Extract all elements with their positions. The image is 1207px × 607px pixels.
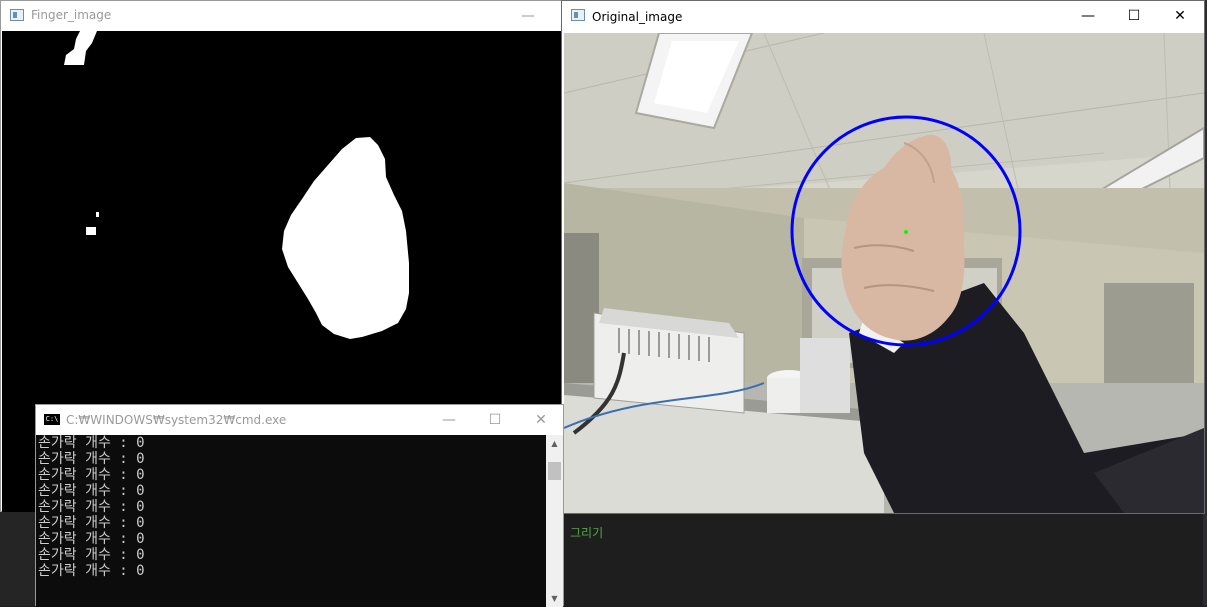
finger-titlebar[interactable]: Finger_image — — [1, 1, 561, 31]
window-title: Finger_image — [31, 8, 112, 22]
close-button[interactable]: ✕ — [1157, 1, 1203, 31]
center-point — [904, 230, 908, 234]
console-line: 손가락 개수 : 0 — [38, 499, 145, 515]
app-icon — [10, 9, 24, 21]
console-line: 손가락 개수 : 0 — [38, 467, 145, 483]
ide-editor-area — [560, 512, 1207, 606]
cmd-titlebar[interactable]: C:\ C:₩WINDOWS₩system32₩cmd.exe — ☐ ✕ — [36, 405, 563, 435]
console-line: 손가락 개수 : 0 — [38, 451, 145, 467]
scroll-thumb[interactable] — [548, 462, 561, 480]
minimize-button[interactable]: — — [426, 405, 472, 435]
window-title: Original_image — [592, 10, 683, 24]
scroll-up-icon[interactable]: ▲ — [546, 435, 563, 452]
console-output[interactable]: 손가락 개수 : 0 손가락 개수 : 0 손가락 개수 : 0 손가락 개수 … — [36, 435, 547, 607]
webcam-image — [564, 33, 1204, 513]
camera-frame — [564, 33, 1204, 513]
console-line: 손가락 개수 : 0 — [38, 515, 145, 531]
console-line: 손가락 개수 : 0 — [38, 483, 145, 499]
cmd-icon: C:\ — [44, 414, 60, 425]
original-titlebar[interactable]: Original_image — ☐ ✕ — [562, 1, 1204, 31]
console-line: 손가락 개수 : 0 — [38, 435, 145, 451]
editor-comment: 그리기 — [570, 526, 604, 540]
app-icon — [571, 9, 585, 21]
window-title: C:₩WINDOWS₩system32₩cmd.exe — [66, 413, 287, 427]
ide-panel-left — [0, 512, 36, 606]
console-line: 손가락 개수 : 0 — [38, 547, 145, 563]
maximize-button[interactable]: ☐ — [472, 405, 518, 435]
maximize-button[interactable]: ☐ — [1111, 1, 1157, 31]
original-image-window[interactable]: Original_image — ☐ ✕ — [561, 0, 1205, 514]
minimize-button[interactable]: — — [1065, 1, 1111, 31]
cmd-window[interactable]: C:\ C:₩WINDOWS₩system32₩cmd.exe — ☐ ✕ 손가… — [35, 404, 564, 607]
scroll-down-icon[interactable]: ▼ — [546, 590, 563, 607]
console-line: 손가락 개수 : 0 — [38, 531, 145, 547]
console-line: 손가락 개수 : 0 — [38, 563, 145, 579]
vertical-scrollbar[interactable]: ▲ ▼ — [546, 435, 563, 607]
minimize-button[interactable]: — — [505, 1, 551, 31]
close-button[interactable]: ✕ — [518, 405, 564, 435]
